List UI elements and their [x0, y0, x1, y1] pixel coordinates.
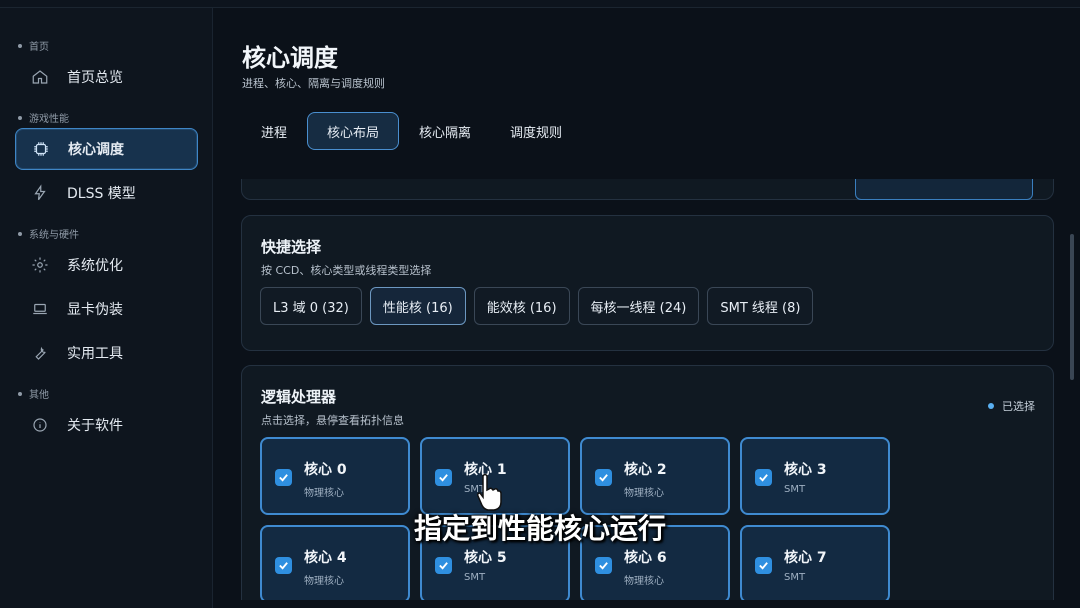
selected-legend: 已选择 [988, 398, 1035, 414]
sidebar-item-about[interactable]: 关于软件 [15, 404, 198, 446]
app-window: 首页 首页总览 游戏性能 核心调度 DLSS 模型 系统与硬件 系统优化 显卡伪… [0, 0, 1080, 608]
home-icon [27, 64, 53, 90]
tab-core-layout[interactable]: 核心布局 [307, 112, 400, 150]
page-title: 核心调度 [242, 44, 338, 72]
sidebar-item-label: 实用工具 [67, 346, 123, 362]
chip-performance-cores[interactable]: 性能核 (16) [369, 287, 466, 325]
page-subtitle: 进程、核心、隔离与调度规则 [242, 77, 385, 90]
section-dot [18, 231, 22, 236]
scrollbar-thumb[interactable] [1070, 234, 1074, 380]
logical-processors-subtitle: 点击选择，悬停查看拓扑信息 [261, 414, 404, 427]
core-tile[interactable]: 核心 3 SMT [740, 437, 890, 515]
core-type: 物理核心 [624, 488, 664, 499]
checkbox-checked[interactable] [435, 469, 452, 486]
info-icon [27, 412, 53, 438]
checkbox-checked[interactable] [595, 557, 612, 574]
checkbox-checked[interactable] [275, 469, 292, 486]
tab-core-isolation[interactable]: 核心隔离 [400, 112, 490, 150]
sidebar-item-system-optimize[interactable]: 系统优化 [15, 244, 198, 286]
laptop-icon [27, 296, 53, 322]
sidebar-section-other: 其他 [18, 386, 49, 401]
sidebar-item-label: 关于软件 [67, 418, 123, 434]
quick-select-title: 快捷选择 [261, 238, 322, 256]
sidebar-item-label: 系统优化 [67, 258, 123, 274]
tab-bar: 进程 核心布局 核心隔离 调度规则 [242, 112, 582, 152]
title-bar [0, 0, 1080, 8]
core-type: 物理核心 [624, 576, 664, 587]
chip-l3-domain[interactable]: L3 域 0 (32) [260, 287, 362, 325]
sidebar-item-label: DLSS 模型 [67, 186, 136, 202]
sidebar-item-dlss-model[interactable]: DLSS 模型 [15, 172, 198, 214]
core-type: SMT [784, 484, 806, 495]
checkbox-checked[interactable] [275, 557, 292, 574]
gear-icon [27, 252, 53, 278]
wrench-icon [27, 340, 53, 366]
core-tile[interactable]: 核心 0 物理核心 [260, 437, 410, 515]
section-dot [18, 391, 22, 396]
tab-processes[interactable]: 进程 [242, 112, 306, 150]
chip-one-thread-per-core[interactable]: 每核一线程 (24) [577, 287, 700, 325]
core-type: 物理核心 [304, 576, 344, 587]
video-caption: 指定到性能核心运行 [413, 512, 666, 545]
core-type: SMT [784, 572, 806, 583]
tab-scheduling-rules[interactable]: 调度规则 [491, 112, 581, 150]
legend-dot [988, 403, 994, 409]
legend-label: 已选择 [1002, 400, 1035, 413]
core-name: 核心 3 [784, 462, 827, 478]
checkbox-checked[interactable] [755, 469, 772, 486]
core-name: 核心 0 [304, 462, 347, 478]
sidebar-item-home[interactable]: 首页总览 [15, 56, 198, 98]
core-type: 物理核心 [304, 488, 344, 499]
checkbox-checked[interactable] [435, 557, 452, 574]
previous-card [241, 179, 1054, 200]
core-name: 核心 7 [784, 550, 827, 566]
sidebar-item-label: 首页总览 [67, 70, 123, 86]
previous-card-button[interactable] [855, 179, 1033, 200]
core-name: 核心 6 [624, 550, 667, 566]
sidebar-item-label: 核心调度 [68, 142, 124, 158]
core-type: SMT [464, 572, 486, 583]
chip-smt-threads[interactable]: SMT 线程 (8) [707, 287, 814, 325]
section-label: 首页 [29, 42, 49, 53]
sidebar-section-gaming: 游戏性能 [18, 110, 69, 125]
sidebar-item-tools[interactable]: 实用工具 [15, 332, 198, 374]
chip-efficiency-cores[interactable]: 能效核 (16) [473, 287, 570, 325]
sidebar-item-core-scheduling[interactable]: 核心调度 [15, 128, 198, 170]
lightning-icon [27, 180, 53, 206]
sidebar-section-home: 首页 [18, 38, 49, 53]
checkbox-checked[interactable] [755, 557, 772, 574]
section-label: 其他 [29, 390, 49, 401]
quick-select-subtitle: 按 CCD、核心类型或线程类型选择 [261, 264, 432, 277]
logical-processors-title: 逻辑处理器 [261, 388, 337, 406]
hand-cursor-icon [474, 472, 504, 512]
section-dot [18, 115, 22, 120]
section-dot [18, 43, 22, 48]
section-label: 游戏性能 [29, 114, 69, 125]
core-name: 核心 5 [464, 550, 507, 566]
sidebar-item-gpu-spoof[interactable]: 显卡伪装 [15, 288, 198, 330]
sidebar-section-system: 系统与硬件 [18, 226, 79, 241]
core-tile[interactable]: 核心 2 物理核心 [580, 437, 730, 515]
quick-select-card: 快捷选择 按 CCD、核心类型或线程类型选择 L3 域 0 (32) 性能核 (… [241, 215, 1054, 351]
chip-row: L3 域 0 (32) 性能核 (16) 能效核 (16) 每核一线程 (24)… [260, 287, 821, 325]
logical-processors-card: 逻辑处理器 点击选择，悬停查看拓扑信息 已选择 核心 0 物理核心 核心 1 S… [241, 365, 1054, 600]
core-name: 核心 4 [304, 550, 347, 566]
checkbox-checked[interactable] [595, 469, 612, 486]
section-label: 系统与硬件 [29, 230, 79, 241]
sidebar-item-label: 显卡伪装 [67, 302, 123, 318]
core-name: 核心 2 [624, 462, 667, 478]
cpu-chip-icon [28, 136, 54, 162]
